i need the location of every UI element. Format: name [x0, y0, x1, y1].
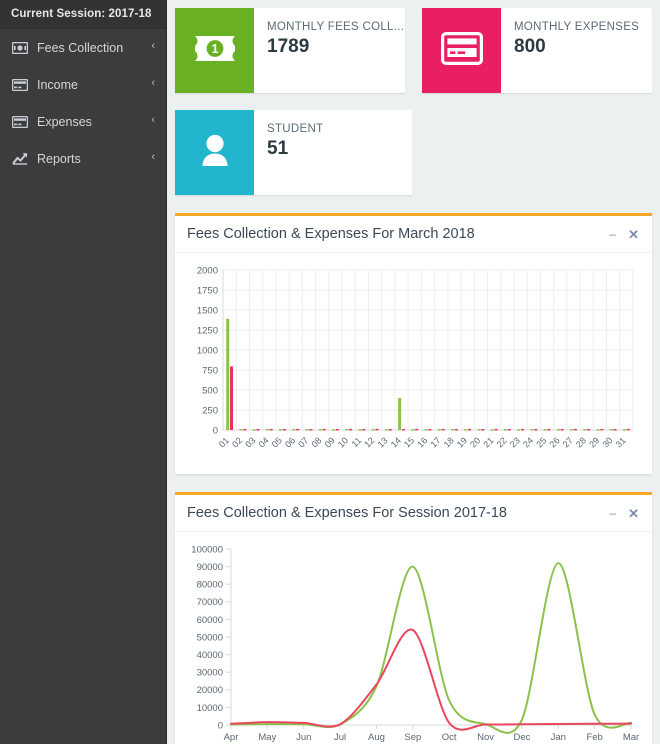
- panel-tools: – ✕: [609, 228, 639, 241]
- svg-text:Sep: Sep: [404, 732, 421, 743]
- stat-card-student[interactable]: STUDENT 51: [175, 110, 412, 195]
- credit-card-icon: [440, 31, 483, 70]
- svg-text:Jun: Jun: [296, 732, 311, 743]
- sidebar-item-reports[interactable]: Reports ‹: [0, 140, 166, 177]
- svg-text:Oct: Oct: [442, 732, 457, 743]
- svg-text:Mar: Mar: [623, 732, 639, 743]
- chevron-left-icon: ‹: [151, 77, 155, 89]
- svg-text:Feb: Feb: [586, 732, 602, 743]
- svg-text:31: 31: [614, 435, 628, 449]
- sidebar-item-expenses[interactable]: Expenses ‹: [0, 103, 166, 140]
- sidebar-item-income[interactable]: Income ‹: [0, 66, 166, 103]
- panel-body: 0 250 500 750 1000 1250 1500 1750 2000 01 02 03 04 05…: [175, 253, 652, 474]
- panel-monthly-chart: Fees Collection & Expenses For March 201…: [175, 213, 652, 474]
- stat-title: MONTHLY EXPENSES: [514, 21, 640, 33]
- stat-value: 51: [267, 138, 289, 159]
- svg-text:Jul: Jul: [334, 732, 346, 743]
- money-icon: [11, 40, 28, 56]
- sidebar-item-label: Reports: [37, 151, 81, 166]
- card-icon: [11, 77, 28, 93]
- stat-body: STUDENT 51: [254, 110, 323, 195]
- stat-card-monthly-fees[interactable]: 1 MONTHLY FEES COLL... 1789: [175, 8, 405, 93]
- svg-text:1000: 1000: [197, 345, 218, 356]
- svg-text:1250: 1250: [197, 325, 218, 336]
- svg-text:10000: 10000: [197, 703, 223, 714]
- chevron-left-icon: ‹: [151, 151, 155, 163]
- svg-text:100000: 100000: [191, 544, 223, 555]
- sidebar-item-label: Fees Collection: [37, 40, 124, 55]
- svg-text:Jan: Jan: [551, 732, 566, 743]
- user-icon: [196, 132, 234, 173]
- sidebar-item-fees-collection[interactable]: Fees Collection ‹: [0, 29, 166, 66]
- svg-text:80000: 80000: [197, 580, 223, 591]
- stat-title: MONTHLY FEES COLL...: [267, 21, 405, 33]
- svg-text:70000: 70000: [197, 597, 223, 608]
- svg-text:1: 1: [211, 42, 218, 56]
- stat-icon-wrap: [422, 8, 501, 93]
- close-icon[interactable]: ✕: [628, 228, 639, 241]
- svg-text:60000: 60000: [197, 615, 223, 626]
- card-icon: [11, 114, 28, 130]
- svg-text:40000: 40000: [197, 650, 223, 661]
- svg-text:250: 250: [202, 405, 218, 416]
- svg-text:1500: 1500: [197, 305, 218, 316]
- session-line-chart[interactable]: 0 10000 20000 30000 40000 50000 60000 70000 8000…: [181, 541, 641, 744]
- svg-text:2000: 2000: [197, 265, 218, 276]
- svg-text:Nov: Nov: [477, 732, 494, 743]
- svg-text:750: 750: [202, 365, 218, 376]
- sidebar-item-label: Income: [37, 77, 78, 92]
- svg-text:20000: 20000: [197, 685, 223, 696]
- svg-text:Apr: Apr: [224, 732, 239, 743]
- minimize-icon[interactable]: –: [609, 228, 616, 240]
- stat-icon-wrap: [175, 110, 254, 195]
- svg-text:1750: 1750: [197, 285, 218, 296]
- svg-text:0: 0: [218, 720, 223, 731]
- minimize-icon[interactable]: –: [609, 507, 616, 519]
- stat-value: 1789: [267, 36, 310, 57]
- stat-title: STUDENT: [267, 123, 324, 135]
- banknote-icon: 1: [193, 34, 237, 68]
- svg-text:30000: 30000: [197, 668, 223, 679]
- panel-title: Fees Collection & Expenses For March 201…: [187, 226, 475, 242]
- stat-value: 800: [514, 36, 546, 57]
- panel-header: Fees Collection & Expenses For March 201…: [175, 216, 652, 253]
- chevron-left-icon: ‹: [151, 40, 155, 52]
- dashboard-root: Current Session: 2017-18 Fees Collection…: [0, 0, 660, 744]
- sidebar-item-label: Expenses: [37, 114, 92, 129]
- panel-tools: – ✕: [609, 507, 639, 520]
- panel-title: Fees Collection & Expenses For Session 2…: [187, 505, 507, 521]
- svg-text:10: 10: [336, 435, 350, 449]
- stat-icon-wrap: 1: [175, 8, 254, 93]
- monthly-bar-chart[interactable]: 02505007501000125015001750200001 02 03 04 05…: [181, 262, 641, 474]
- svg-text:50000: 50000: [197, 632, 223, 643]
- current-session-label: Current Session: 2017-18: [0, 0, 166, 29]
- stat-card-row-2: STUDENT 51: [175, 110, 652, 195]
- chart-icon: [11, 151, 28, 167]
- stat-body: MONTHLY FEES COLL... 1789: [254, 8, 404, 93]
- svg-text:0: 0: [213, 425, 218, 436]
- svg-text:500: 500: [202, 385, 218, 396]
- main-content: 1 MONTHLY FEES COLL... 1789 MONTHLY EXPE…: [167, 0, 660, 744]
- svg-text:May: May: [258, 732, 276, 743]
- stat-card-monthly-expenses[interactable]: MONTHLY EXPENSES 800: [422, 8, 652, 93]
- svg-text:Dec: Dec: [513, 732, 530, 743]
- panel-body: 0 10000 20000 30000 40000 50000 60000 70000 8000…: [175, 532, 652, 744]
- stat-body: MONTHLY EXPENSES 800: [501, 8, 639, 93]
- panel-session-chart: Fees Collection & Expenses For Session 2…: [175, 492, 652, 744]
- svg-text:Aug: Aug: [368, 732, 385, 743]
- chevron-left-icon: ‹: [151, 114, 155, 126]
- sidebar: Current Session: 2017-18 Fees Collection…: [0, 0, 167, 744]
- panel-header: Fees Collection & Expenses For Session 2…: [175, 495, 652, 532]
- close-icon[interactable]: ✕: [628, 507, 639, 520]
- stat-card-row-1: 1 MONTHLY FEES COLL... 1789 MONTHLY EXPE…: [175, 8, 652, 93]
- svg-text:90000: 90000: [197, 562, 223, 573]
